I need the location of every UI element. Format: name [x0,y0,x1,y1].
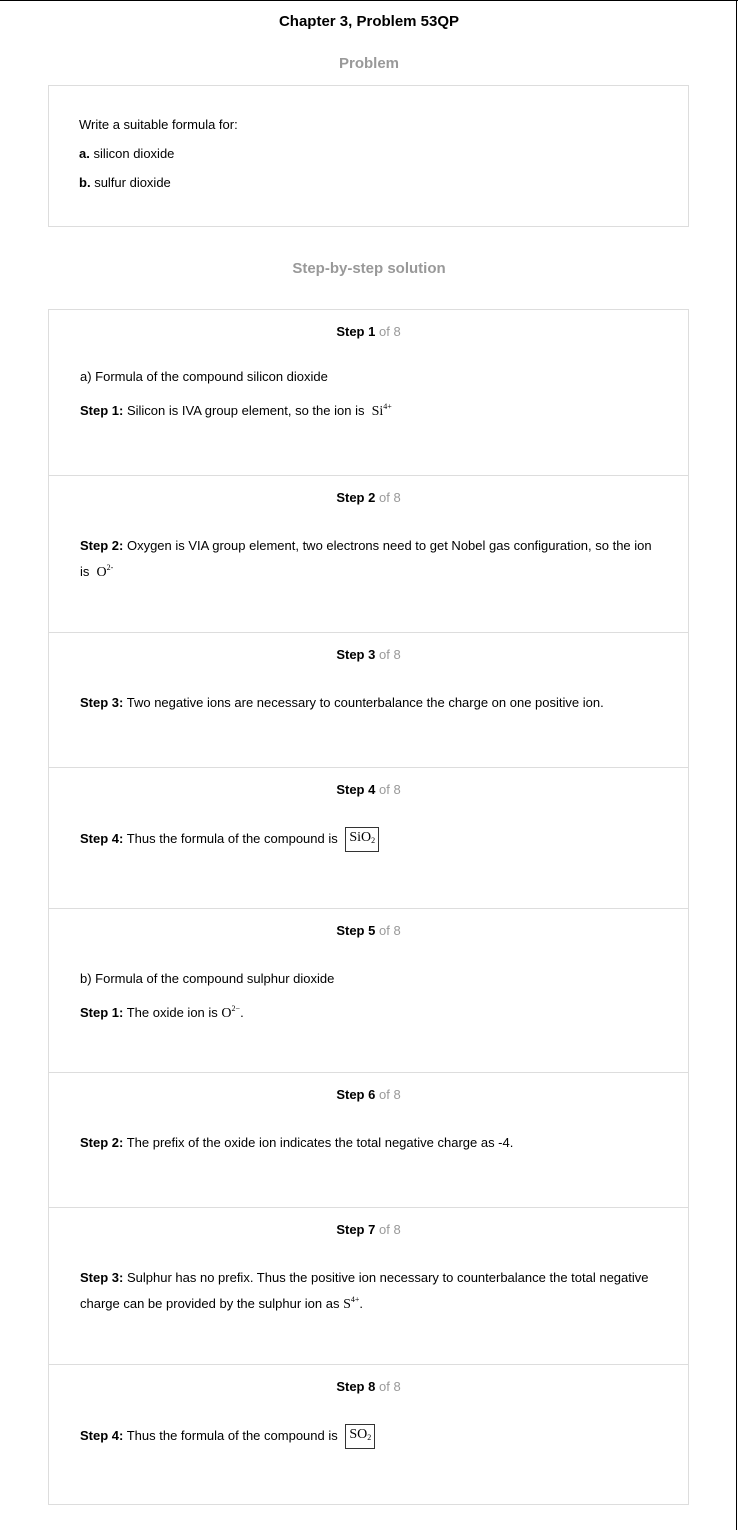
step-header: Step 3 of 8 [336,647,401,662]
step-3: Step 3 of 8 Step 3: Two negative ions ar… [49,632,688,767]
step-4: Step 4 of 8 Step 4: Thus the formula of … [49,767,688,908]
step-header: Step 7 of 8 [336,1222,401,1237]
step-text: Step 3: Sulphur has no prefix. Thus the … [80,1270,649,1312]
problem-item-text: sulfur dioxide [94,175,171,190]
step-body: Step 2: Oxygen is VIA group element, two… [49,506,688,584]
problem-box: Write a suitable formula for: a. silicon… [48,85,689,227]
answer-box: SiO2 [345,827,380,852]
step-body: a) Formula of the compound silicon dioxi… [49,340,688,423]
step-8: Step 8 of 8 Step 4: Thus the formula of … [49,1364,688,1504]
step-text: Step 2: The prefix of the oxide ion indi… [80,1135,514,1150]
step-body: Step 4: Thus the formula of the compound… [49,798,688,852]
step-2: Step 2 of 8 Step 2: Oxygen is VIA group … [49,475,688,632]
step-body: Step 3: Sulphur has no prefix. Thus the … [49,1238,688,1316]
step-body: b) Formula of the compound sulphur dioxi… [49,939,688,1025]
step-body: Step 2: The prefix of the oxide ion indi… [49,1103,688,1154]
step-6: Step 6 of 8 Step 2: The prefix of the ox… [49,1072,688,1207]
solution-steps: Step 1 of 8 a) Formula of the compound s… [48,309,689,1505]
step-text: Step 1: Silicon is IVA group element, so… [80,402,392,419]
problem-intro: Write a suitable formula for: [79,117,238,132]
step-text: Step 4: Thus the formula of the compound… [80,827,658,852]
math-expression: O2− [221,1004,241,1021]
problem-heading: Problem [338,55,399,72]
math-expression: Si4+ [371,402,392,419]
step-body: Step 4: Thus the formula of the compound… [49,1395,688,1449]
step-body: Step 3: Two negative ions are necessary … [49,663,688,714]
frame-top-border [0,0,738,1]
problem-item-b: b. sulfur dioxide [79,174,658,192]
step-header: Step 5 of 8 [336,923,401,938]
step-subheading: a) Formula of the compound silicon dioxi… [80,369,328,384]
step-1: Step 1 of 8 a) Formula of the compound s… [49,310,688,475]
step-header: Step 2 of 8 [336,490,401,505]
problem-item-a: a. silicon dioxide [79,145,658,163]
step-text: Step 3: Two negative ions are necessary … [80,695,604,710]
step-header: Step 1 of 8 [336,324,401,339]
step-subheading: b) Formula of the compound sulphur dioxi… [80,971,335,986]
step-7: Step 7 of 8 Step 3: Sulphur has no prefi… [49,1207,688,1364]
step-5: Step 5 of 8 b) Formula of the compound s… [49,908,688,1072]
step-header: Step 4 of 8 [336,782,401,797]
problem-item-text: silicon dioxide [93,146,175,161]
step-text: Step 1: The oxide ion is O2−. [80,1004,244,1021]
answer-box: SO2 [345,1424,376,1449]
step-header: Step 6 of 8 [336,1087,401,1102]
page-title: Chapter 3, Problem 53QP [278,13,460,30]
step-header: Step 8 of 8 [336,1379,401,1394]
problem-item-label: a. [79,146,90,161]
step-text: Step 4: Thus the formula of the compound… [80,1424,658,1449]
solution-heading: Step-by-step solution [292,260,446,277]
problem-item-label: b. [79,175,91,190]
frame-right-border [736,0,737,1530]
step-text: Step 2: Oxygen is VIA group element, two… [80,538,652,580]
math-expression: S4+ [343,1295,360,1312]
math-expression: O2- [96,563,114,580]
